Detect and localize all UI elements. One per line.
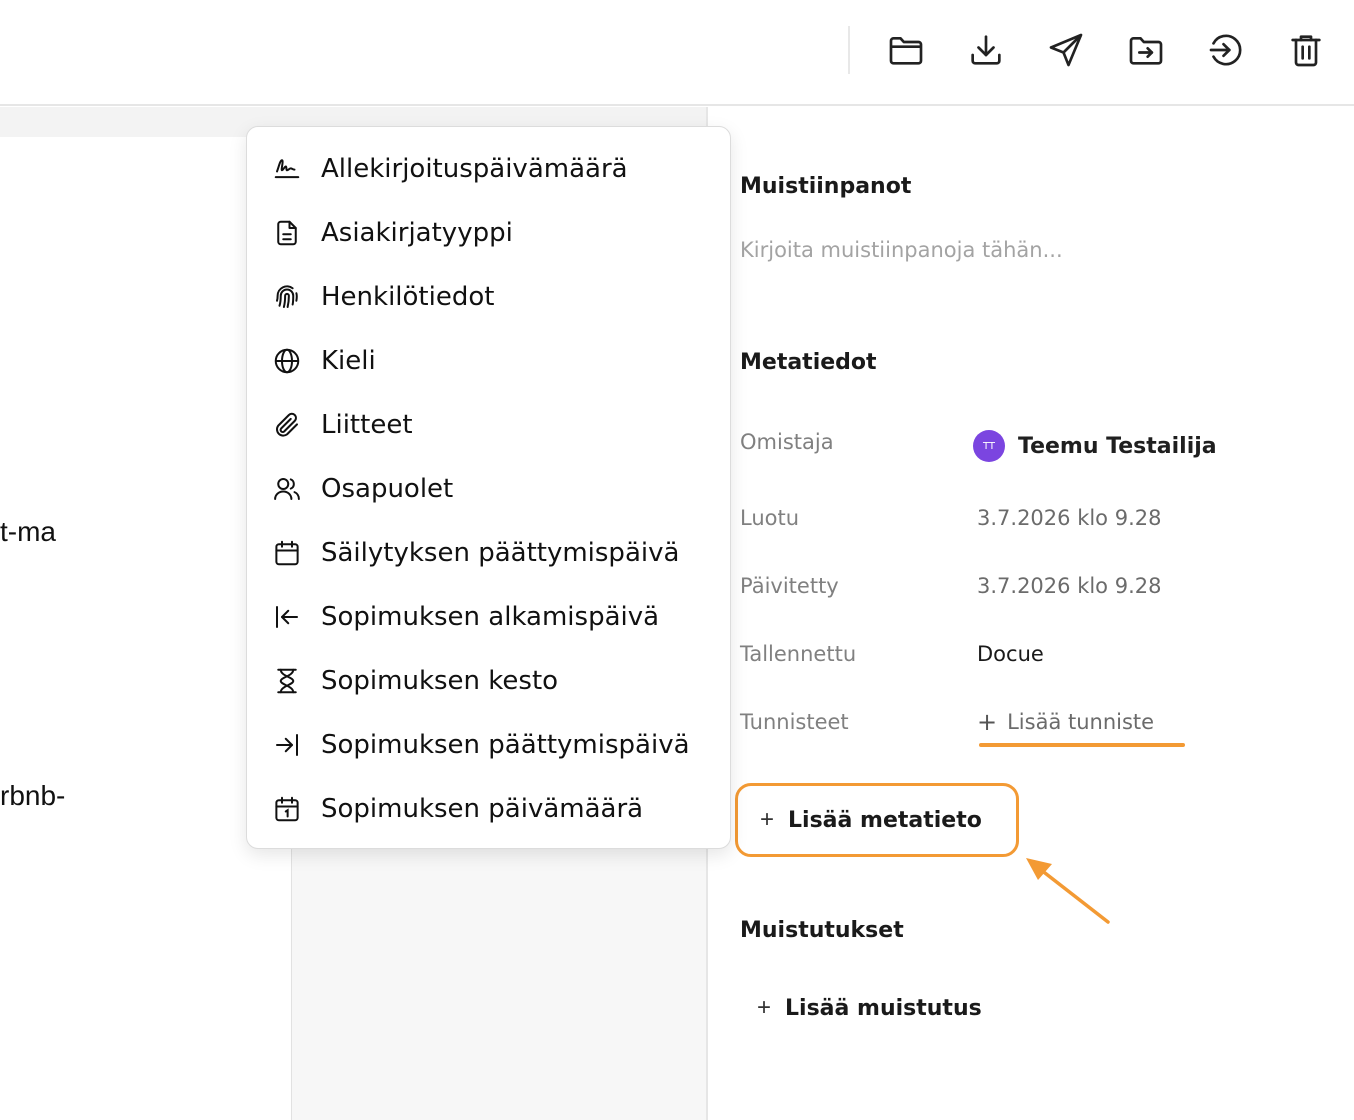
globe-icon <box>271 345 303 377</box>
menu-item-label: Sopimuksen alkamispäivä <box>321 602 660 632</box>
menu-item-signature-date[interactable]: Allekirjoituspäivämäärä <box>247 137 732 201</box>
paperclip-icon <box>271 409 303 441</box>
saved-value: Docue <box>977 642 1044 666</box>
add-metadata-button[interactable]: + Lisää metatieto <box>735 783 1019 857</box>
menu-item-parties[interactable]: Osapuolet <box>247 457 732 521</box>
menu-item-label: Asiakirjatyyppi <box>321 218 513 248</box>
add-tag-button[interactable]: + Lisää tunniste <box>977 708 1154 736</box>
owner-label: Omistaja <box>740 430 834 454</box>
menu-item-contract-duration[interactable]: Sopimuksen kesto <box>247 649 732 713</box>
menu-item-retention-end-date[interactable]: Säilytyksen päättymispäivä <box>247 521 732 585</box>
menu-item-document-type[interactable]: Asiakirjatyyppi <box>247 201 732 265</box>
menu-item-label: Sopimuksen kesto <box>321 666 559 696</box>
move-to-folder-icon <box>1129 37 1163 65</box>
metadata-type-menu: Allekirjoituspäivämäärä Asiakirjatyyppi … <box>246 126 731 849</box>
menu-item-contract-date[interactable]: Sopimuksen päivämäärä <box>247 777 732 841</box>
menu-item-contract-end-date[interactable]: Sopimuksen päättymispäivä <box>247 713 732 777</box>
menu-item-contract-start-date[interactable]: Sopimuksen alkamispäivä <box>247 585 732 649</box>
delete-button[interactable] <box>1284 28 1328 72</box>
owner-name: Teemu Testailija <box>1018 433 1217 459</box>
users-icon <box>271 473 303 505</box>
document-text-fragment: rbnb- <box>0 780 66 811</box>
menu-item-label: Liitteet <box>321 410 413 440</box>
menu-item-label: Kieli <box>321 346 376 376</box>
trash-icon <box>1291 35 1321 67</box>
menu-item-label: Osapuolet <box>321 474 454 504</box>
plus-icon: + <box>977 708 998 736</box>
updated-value: 3.7.2026 klo 9.28 <box>977 574 1162 598</box>
sign-in-icon <box>1209 34 1242 66</box>
add-reminder-label: Lisää muistutus <box>785 995 982 1021</box>
menu-item-personal-data[interactable]: Henkilötiedot <box>247 265 732 329</box>
send-icon <box>1049 33 1083 67</box>
menu-item-label: Allekirjoituspäivämäärä <box>321 154 628 184</box>
plus-icon: + <box>760 806 775 833</box>
updated-label: Päivitetty <box>740 574 839 598</box>
fingerprint-icon <box>271 281 303 313</box>
menu-item-language[interactable]: Kieli <box>247 329 732 393</box>
created-label: Luotu <box>740 506 800 530</box>
add-tag-label: Lisää tunniste <box>1007 710 1155 734</box>
menu-item-label: Henkilötiedot <box>321 282 495 312</box>
add-reminder-button[interactable]: + Lisää muistutus <box>757 994 982 1022</box>
saved-label: Tallennettu <box>740 642 857 666</box>
owner-value[interactable]: TT Teemu Testailija <box>973 430 1217 462</box>
menu-item-label: Sopimuksen päivämäärä <box>321 794 644 824</box>
arrow-left-to-line-icon <box>271 601 303 633</box>
folder-button[interactable] <box>884 28 928 72</box>
highlight-arrow-icon <box>1026 858 1110 924</box>
highlight-underline <box>979 743 1185 747</box>
sign-in-button[interactable] <box>1204 28 1248 72</box>
notes-title: Muistiinpanot <box>740 174 912 199</box>
signature-icon <box>271 153 303 185</box>
tags-label: Tunnisteet <box>740 710 849 734</box>
created-value: 3.7.2026 klo 9.28 <box>977 506 1162 530</box>
move-to-folder-button[interactable] <box>1124 28 1168 72</box>
plus-icon: + <box>757 994 772 1021</box>
download-button[interactable] <box>964 28 1008 72</box>
hourglass-icon <box>271 665 303 697</box>
document-text-fragment: t-ma <box>0 516 56 547</box>
menu-item-label: Säilytyksen päättymispäivä <box>321 538 680 568</box>
menu-item-attachments[interactable]: Liitteet <box>247 393 732 457</box>
add-metadata-label: Lisää metatieto <box>788 807 982 833</box>
notes-input[interactable]: Kirjoita muistiinpanoja tähän... <box>740 238 1063 262</box>
folder-icon <box>889 37 923 65</box>
menu-item-label: Sopimuksen päättymispäivä <box>321 730 690 760</box>
toolbar-divider <box>848 26 850 74</box>
document-icon <box>271 217 303 249</box>
arrow-right-to-line-icon <box>271 729 303 761</box>
reminders-title: Muistutukset <box>740 918 904 943</box>
send-button[interactable] <box>1044 28 1088 72</box>
avatar: TT <box>973 430 1005 462</box>
calendar-icon <box>271 537 303 569</box>
metadata-title: Metatiedot <box>740 350 877 375</box>
download-icon <box>971 35 1001 65</box>
calendar-day-icon <box>271 793 303 825</box>
top-toolbar <box>0 0 1354 106</box>
